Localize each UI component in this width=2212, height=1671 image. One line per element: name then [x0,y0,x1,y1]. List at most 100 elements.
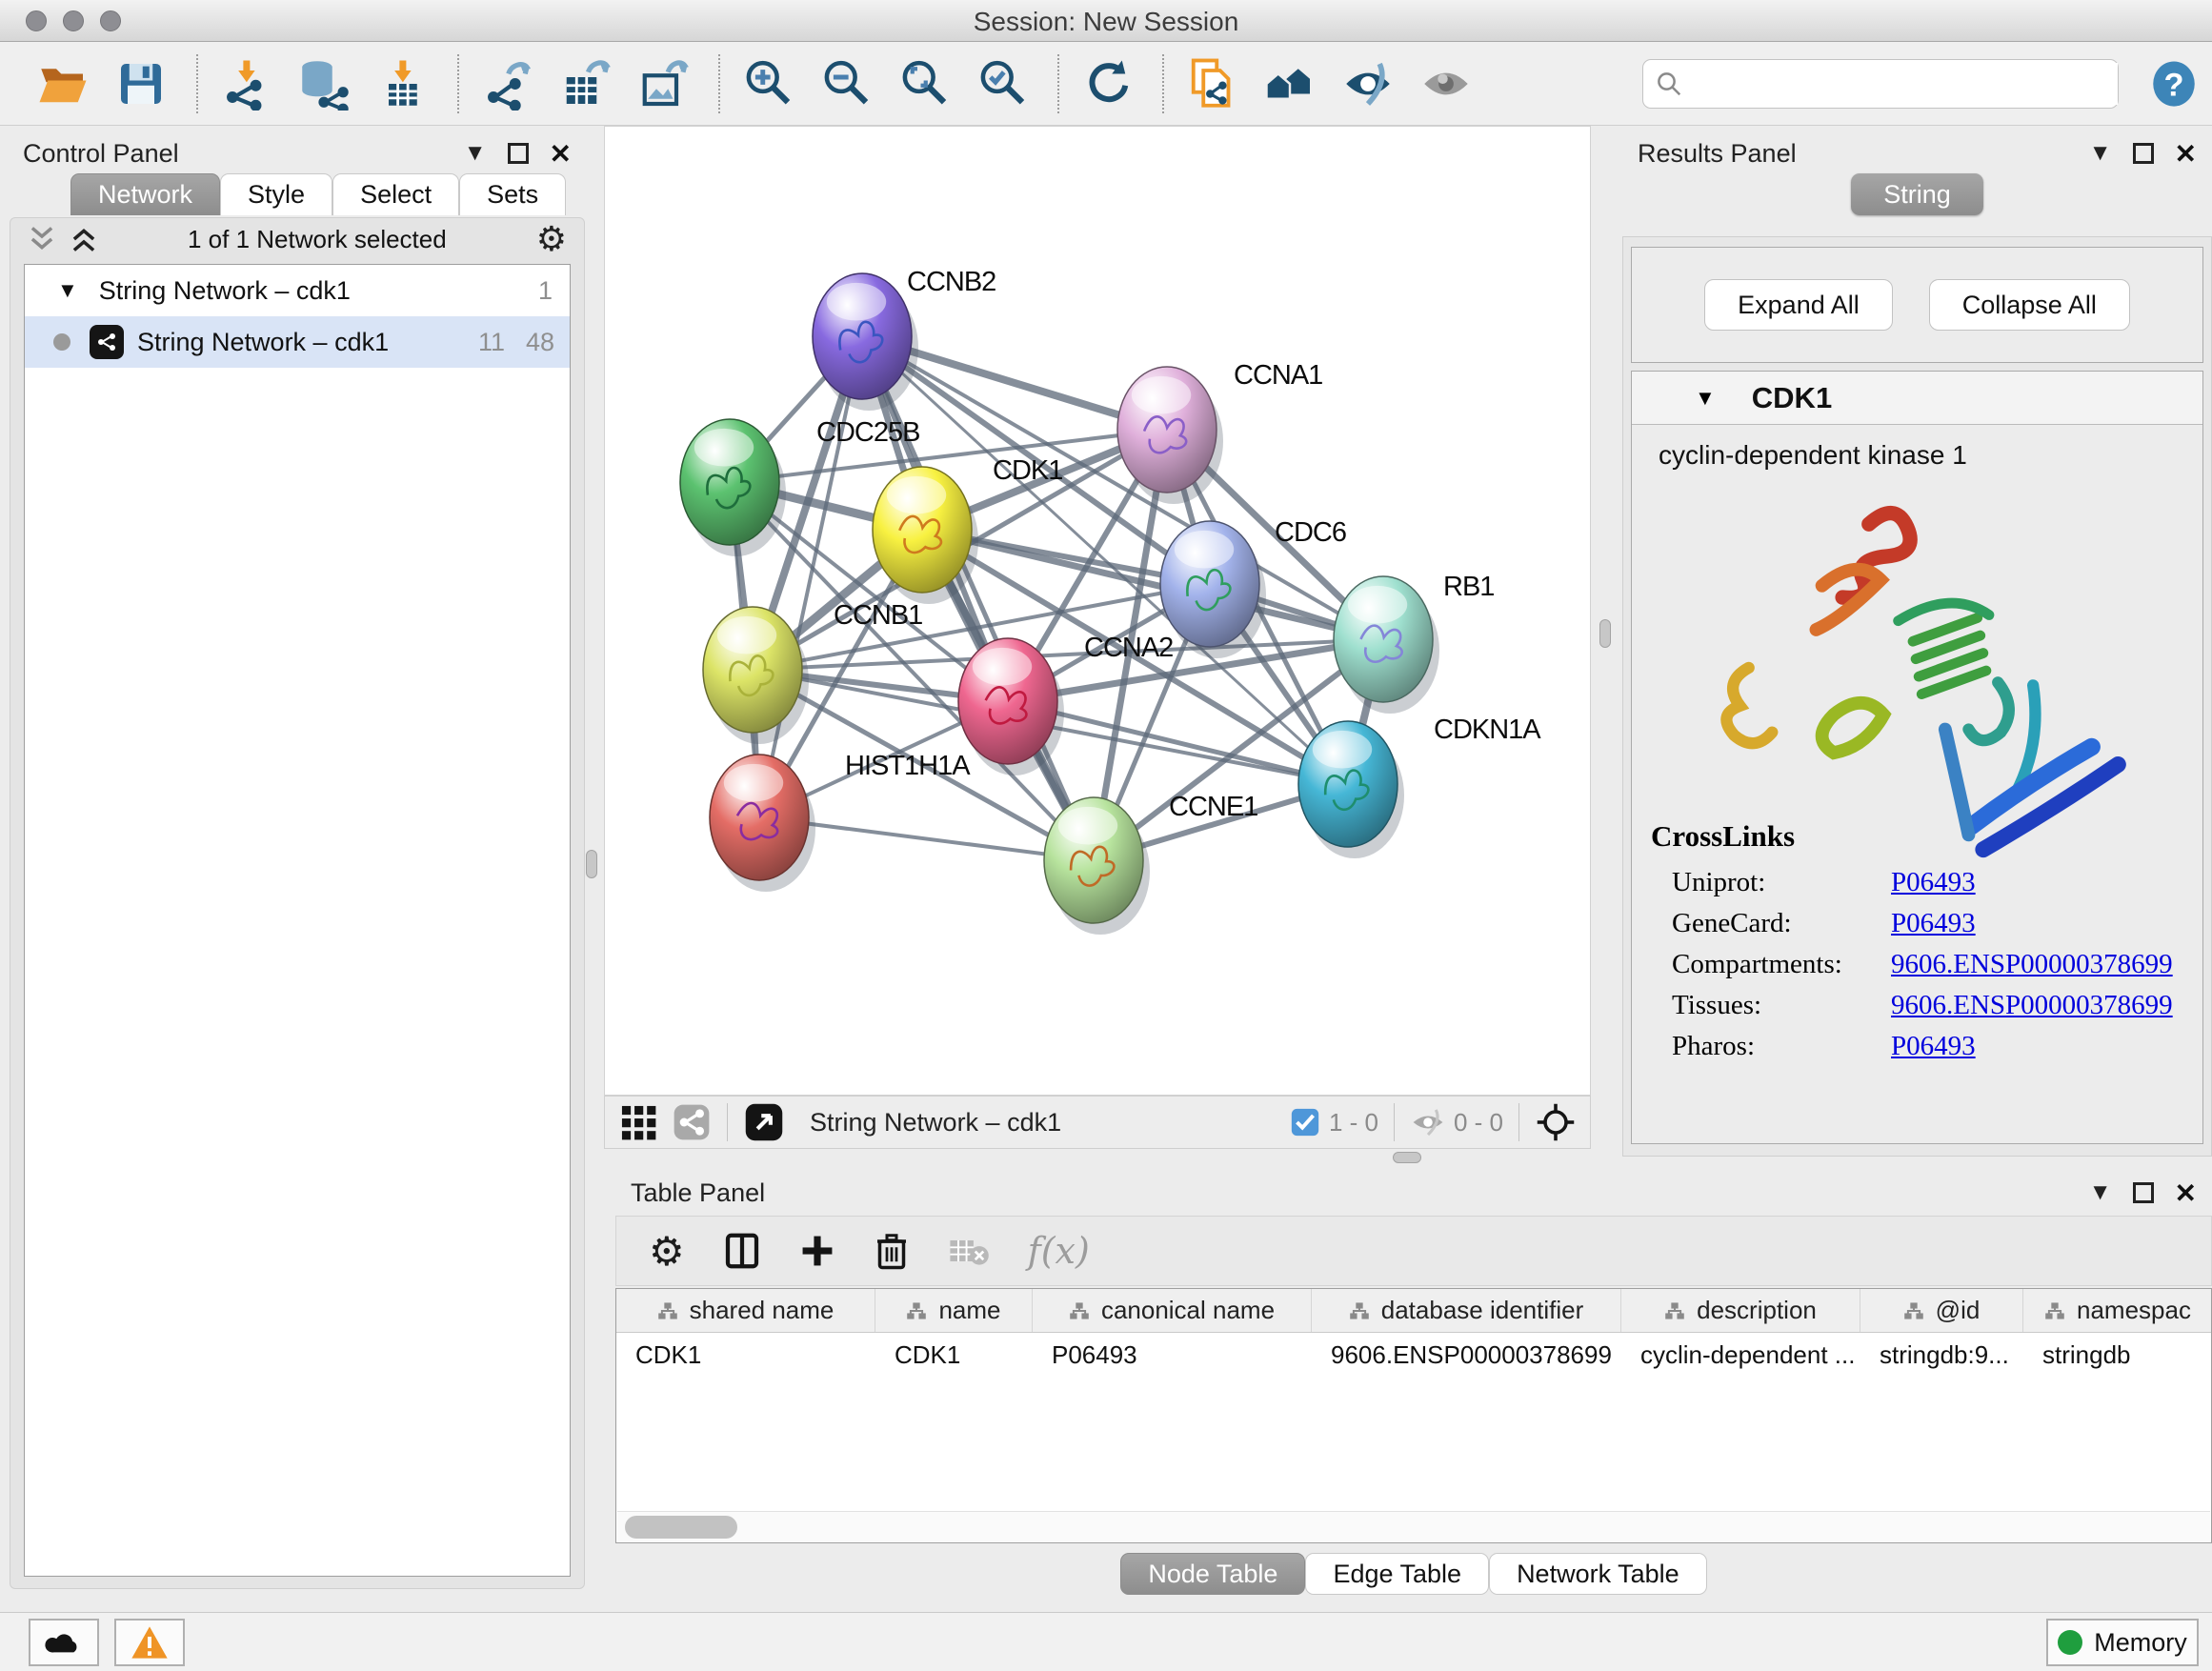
tab-sets[interactable]: Sets [459,173,566,215]
column-header--id[interactable]: @id [1860,1289,2023,1332]
control-panel-close-icon[interactable]: ✕ [550,138,572,170]
tab-network-table[interactable]: Network Table [1489,1553,1707,1595]
crosslink-label: Compartments: [1672,949,1891,980]
table-panel-close-icon[interactable]: ✕ [2175,1178,2197,1209]
protein-structure-image [1689,480,2137,861]
table-panel-float-icon[interactable] [2133,1182,2154,1203]
toolbar-separator [196,54,198,113]
export-table-icon[interactable] [556,55,613,112]
right-splitter-handle[interactable] [1599,619,1611,648]
export-image-icon[interactable] [634,55,692,112]
expand-all-button[interactable]: Expand All [1704,279,1893,331]
import-network-database-icon[interactable] [295,55,352,112]
help-icon[interactable]: ? [2145,55,2202,112]
column-header-database-identifier[interactable]: database identifier [1312,1289,1621,1332]
tab-string[interactable]: String [1851,173,1983,215]
add-column-icon[interactable] [799,1233,835,1269]
network-node-cdc6[interactable]: CDC6 [1160,517,1346,658]
column-tree-icon [1664,1301,1685,1320]
network-node-ccnb2[interactable]: CCNB2 [813,267,995,411]
network-list: ▼ String Network – cdk1 1 String Network… [24,264,571,1577]
tab-edge-table[interactable]: Edge Table [1305,1553,1489,1595]
table-cell: P06493 [1033,1333,1312,1377]
table-hscroll-thumb[interactable] [625,1516,737,1539]
first-neighbors-icon[interactable] [1261,55,1318,112]
export-network-icon[interactable] [478,55,535,112]
save-session-icon[interactable] [112,55,170,112]
clone-network-icon[interactable] [1183,55,1240,112]
grid-view-icon[interactable] [618,1102,658,1142]
tab-style[interactable]: Style [220,173,332,215]
zoom-selected-icon[interactable] [974,55,1031,112]
gene-caret-icon[interactable]: ▼ [1695,386,1716,411]
results-panel-float-icon[interactable] [2133,143,2154,164]
toolbar-separator [1394,1103,1395,1141]
node-label: CDK1 [993,455,1062,486]
control-panel-float-icon[interactable] [508,143,529,164]
import-network-file-icon[interactable] [217,55,274,112]
svg-text:?: ? [2163,67,2183,103]
column-header-description[interactable]: description [1621,1289,1860,1332]
table-cell: CDK1 [616,1333,875,1377]
open-session-icon[interactable] [34,55,91,112]
table-hscrollbar[interactable] [617,1511,2210,1541]
crosslink-compartments-[interactable]: 9606.ENSP00000378699 [1891,949,2173,980]
node-table[interactable]: shared namenamecanonical namedatabase id… [615,1288,2212,1543]
tab-network[interactable]: Network [70,173,220,215]
collapse-all-button[interactable]: Collapse All [1929,279,2130,331]
memory-button[interactable]: Memory [2046,1619,2199,1666]
import-table-file-icon[interactable] [373,55,431,112]
toolbar-separator [727,1103,728,1141]
bottom-splitter-handle[interactable] [1393,1152,1421,1163]
expand-all-icon[interactable] [70,227,98,252]
delete-column-icon[interactable] [874,1232,910,1270]
cloud-button[interactable] [29,1619,99,1666]
network-row[interactable]: String Network – cdk1 11 48 [25,316,570,368]
table-panel-menu-icon[interactable]: ▼ [2089,1179,2112,1206]
network-node-cdkn1a[interactable]: CDKN1A [1298,715,1541,858]
table-settings-gear-icon[interactable]: ⚙ [649,1228,685,1275]
column-header-canonical-name[interactable]: canonical name [1033,1289,1312,1332]
network-view[interactable]: CCNB2CCNA1CDC25BCDK1CDC6RB1CCNB1CCNA2CDK… [604,126,1591,1096]
tab-node-table[interactable]: Node Table [1120,1553,1305,1595]
crosshair-icon[interactable] [1535,1101,1577,1143]
column-header-name[interactable]: name [875,1289,1033,1332]
birds-eye-view-icon[interactable] [743,1101,785,1143]
zoom-out-icon[interactable] [817,55,875,112]
network-node-hist1h1a[interactable]: HIST1H1A [710,751,971,892]
network-edge[interactable] [862,336,1094,860]
table-row[interactable]: CDK1CDK1P064939606.ENSP00000378699cyclin… [616,1333,2211,1377]
column-header-shared-name[interactable]: shared name [616,1289,875,1332]
network-collection-row[interactable]: ▼ String Network – cdk1 1 [25,265,570,316]
node-label: CCNE1 [1169,792,1257,822]
search-field[interactable] [1691,63,2118,105]
column-header-namespac[interactable]: namespac [2023,1289,2212,1332]
crosslink-pharos-[interactable]: P06493 [1891,1031,1976,1062]
selected-checkbox-icon[interactable] [1289,1106,1321,1138]
zoom-fit-icon[interactable] [895,55,953,112]
warnings-button[interactable] [114,1619,185,1666]
left-splitter-handle[interactable] [586,850,597,878]
network-options-gear-icon[interactable]: ⚙ [536,220,567,259]
network-edge[interactable] [759,336,862,817]
column-tree-icon [1069,1301,1090,1320]
tab-select[interactable]: Select [332,173,459,215]
string-view-icon[interactable] [672,1102,712,1142]
collapse-all-icon[interactable] [28,227,56,252]
results-panel-close-icon[interactable]: ✕ [2175,138,2197,170]
gene-section-header[interactable]: ▼ CDK1 [1632,372,2202,425]
collection-caret-icon[interactable]: ▼ [57,278,78,303]
show-all-icon[interactable] [1418,55,1475,112]
crosslink-tissues-[interactable]: 9606.ENSP00000378699 [1891,990,2173,1021]
results-panel-menu-icon[interactable]: ▼ [2089,140,2112,167]
search-input[interactable] [1642,59,2119,109]
network-node-cdk1[interactable]: CDK1 [873,455,1062,604]
crosslink-uniprot-[interactable]: P06493 [1891,867,1976,898]
refresh-icon[interactable] [1078,55,1136,112]
crosslink-genecard-[interactable]: P06493 [1891,908,1976,939]
zoom-in-icon[interactable] [739,55,796,112]
hide-selected-icon[interactable] [1339,55,1397,112]
show-columns-icon[interactable] [723,1232,761,1270]
network-node-rb1[interactable]: RB1 [1334,572,1494,714]
control-panel-menu-icon[interactable]: ▼ [464,140,487,167]
